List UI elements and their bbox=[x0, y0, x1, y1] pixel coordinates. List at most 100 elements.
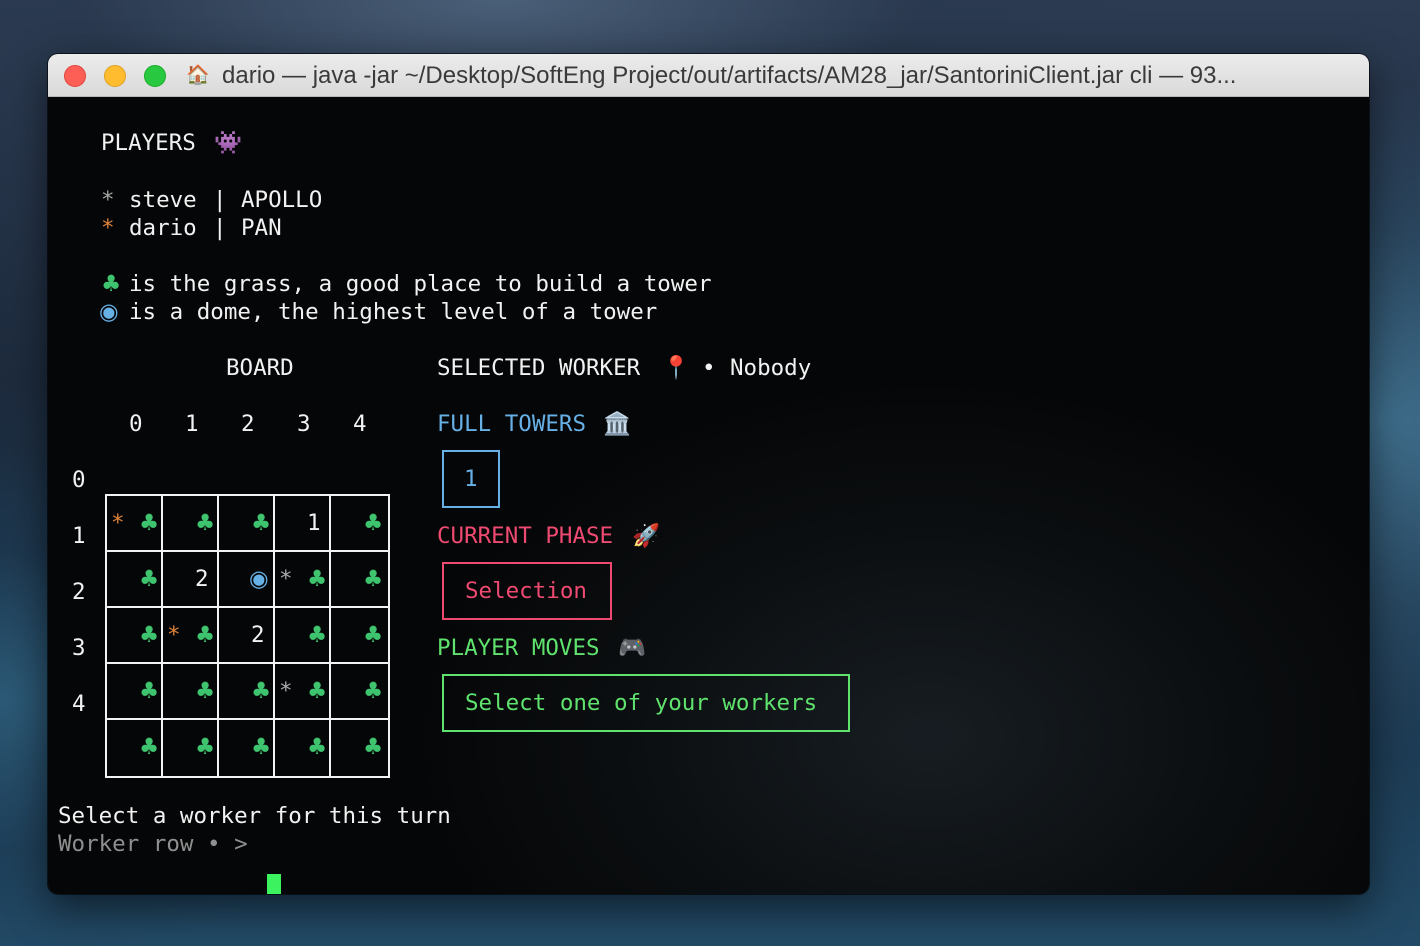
board-cell: * ♣ bbox=[275, 664, 331, 720]
full-towers-box: 1 bbox=[442, 450, 500, 508]
board-cell: ♣ bbox=[107, 664, 163, 720]
grass-icon: ♣ bbox=[139, 510, 160, 536]
board-cell: ♣ bbox=[275, 608, 331, 664]
players-heading: PLAYERS bbox=[101, 130, 196, 156]
worker-marker: * bbox=[111, 510, 125, 536]
grass-icon: ♣ bbox=[363, 622, 384, 648]
grass-icon: ♣ bbox=[195, 510, 216, 536]
board-cell: ♣ bbox=[331, 720, 387, 776]
title-bar[interactable]: 🏠 dario — java -jar ~/Desktop/SoftEng Pr… bbox=[48, 54, 1369, 97]
player-moves-box: Select one of your workers bbox=[442, 674, 850, 732]
player-2-god: PAN bbox=[241, 215, 282, 241]
board-col-header: 1 bbox=[185, 411, 199, 437]
board-row-header: 0 bbox=[72, 467, 86, 493]
grass-icon: ♣ bbox=[139, 734, 160, 760]
player-1-separator: | bbox=[213, 187, 227, 213]
board-title: BOARD bbox=[226, 355, 294, 381]
board-cell: ♣ bbox=[163, 496, 219, 552]
game-controller-icon: 🎮 bbox=[618, 635, 647, 661]
board-col-header: 4 bbox=[353, 411, 367, 437]
grass-icon: ♣ bbox=[307, 566, 328, 592]
tower-level: 2 bbox=[251, 622, 265, 648]
tower-level: 2 bbox=[195, 566, 209, 592]
grass-icon: ♣ bbox=[307, 734, 328, 760]
board-col-header: 2 bbox=[241, 411, 255, 437]
board-cell: ♣ bbox=[331, 552, 387, 608]
game-board: * ♣ ♣ ♣ 1 ♣ ♣ 2 ◉ * ♣ ♣ ♣ * ♣ 2 ♣ ♣ ♣ ♣ ♣ * ♣ ♣ ♣ ♣ ♣ ♣ ♣ bbox=[105, 494, 390, 778]
selected-worker-label: SELECTED WORKER bbox=[437, 355, 641, 381]
worker-marker: * bbox=[167, 622, 181, 648]
grass-icon: ♣ bbox=[251, 678, 272, 704]
board-row-header: 4 bbox=[72, 691, 86, 717]
board-cell: 2 bbox=[163, 552, 219, 608]
close-button[interactable] bbox=[64, 65, 86, 87]
board-cell: 1 bbox=[275, 496, 331, 552]
grass-icon: ♣ bbox=[139, 566, 160, 592]
maximize-button[interactable] bbox=[144, 65, 166, 87]
player-2-name: dario bbox=[129, 215, 197, 241]
pin-icon: 📍 bbox=[662, 355, 691, 381]
current-phase-box: Selection bbox=[442, 562, 612, 620]
grass-icon: ♣ bbox=[195, 678, 216, 704]
board-cell: * ♣ bbox=[275, 552, 331, 608]
classical-building-icon: 🏛️ bbox=[603, 411, 632, 437]
full-towers-label: FULL TOWERS bbox=[437, 411, 587, 437]
selected-worker-value: Nobody bbox=[730, 355, 812, 381]
grass-icon: ♣ bbox=[251, 510, 272, 536]
board-cell: ♣ bbox=[219, 496, 275, 552]
board-cell: ♣ bbox=[219, 720, 275, 776]
rocket-icon: 🚀 bbox=[632, 523, 661, 549]
board-cell: * ♣ bbox=[107, 496, 163, 552]
legend-grass-text: is the grass, a good place to build a to… bbox=[129, 271, 712, 297]
board-col-header: 0 bbox=[129, 411, 143, 437]
prompt-message: Select a worker for this turn bbox=[58, 803, 451, 829]
terminal-window: 🏠 dario — java -jar ~/Desktop/SoftEng Pr… bbox=[48, 54, 1369, 894]
alien-icon: 👾 bbox=[214, 130, 243, 156]
home-icon: 🏠 bbox=[186, 64, 210, 86]
grass-icon: ♣ bbox=[363, 734, 384, 760]
board-cell: ♣ bbox=[107, 720, 163, 776]
player-1-marker: * bbox=[101, 187, 115, 213]
board-cell: 2 bbox=[219, 608, 275, 664]
player-1-god: APOLLO bbox=[241, 187, 323, 213]
dome-icon: ◉ bbox=[249, 566, 269, 592]
player-moves-label: PLAYER MOVES bbox=[437, 635, 600, 661]
full-towers-value: 1 bbox=[464, 466, 478, 492]
grass-icon: ♣ bbox=[307, 622, 328, 648]
grass-icon: ♣ bbox=[363, 566, 384, 592]
grass-icon: ♣ bbox=[363, 510, 384, 536]
prompt-input-label: Worker row • > bbox=[58, 831, 248, 857]
worker-marker: * bbox=[279, 678, 293, 704]
board-cell: ♣ bbox=[107, 552, 163, 608]
selected-worker-bullet: • bbox=[702, 355, 716, 381]
grass-icon: ♣ bbox=[195, 734, 216, 760]
grass-icon: ♣ bbox=[251, 734, 272, 760]
board-cell: ♣ bbox=[331, 608, 387, 664]
grass-icon: ♣ bbox=[363, 678, 384, 704]
grass-icon: ♣ bbox=[139, 678, 160, 704]
player-2-marker: * bbox=[101, 215, 115, 241]
board-cell: ◉ bbox=[219, 552, 275, 608]
current-phase-label: CURRENT PHASE bbox=[437, 523, 614, 549]
player-2-separator: | bbox=[213, 215, 227, 241]
player-moves-value: Select one of your workers bbox=[465, 690, 818, 716]
board-cell: ♣ bbox=[219, 664, 275, 720]
board-row-header: 2 bbox=[72, 579, 86, 605]
worker-marker: * bbox=[279, 566, 293, 592]
board-cell: ♣ bbox=[163, 720, 219, 776]
window-title: dario — java -jar ~/Desktop/SoftEng Proj… bbox=[222, 62, 1237, 89]
board-cell: ♣ bbox=[331, 496, 387, 552]
minimize-button[interactable] bbox=[104, 65, 126, 87]
tower-level: 1 bbox=[307, 510, 321, 536]
terminal-content[interactable]: PLAYERS 👾 * steve | APOLLO * dario | PAN… bbox=[48, 97, 1369, 894]
current-phase-value: Selection bbox=[465, 578, 587, 604]
terminal-cursor[interactable] bbox=[267, 874, 281, 894]
board-cell: ♣ bbox=[107, 608, 163, 664]
grass-icon: ♣ bbox=[195, 622, 216, 648]
player-1-name: steve bbox=[129, 187, 197, 213]
board-col-header: 3 bbox=[297, 411, 311, 437]
grass-icon: ♣ bbox=[101, 271, 122, 297]
board-cell: ♣ bbox=[163, 664, 219, 720]
board-cell: * ♣ bbox=[163, 608, 219, 664]
board-row-header: 1 bbox=[72, 523, 86, 549]
